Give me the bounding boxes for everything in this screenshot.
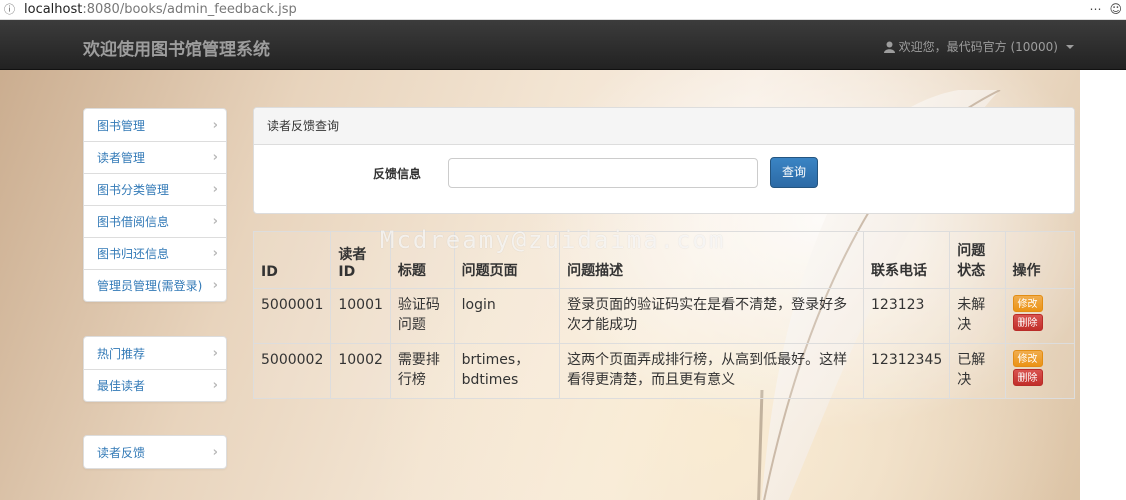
feedback-query-panel: 读者反馈查询 反馈信息 查询 bbox=[253, 107, 1075, 214]
sidebar-item-borrow-info[interactable]: 图书借阅信息 › bbox=[84, 205, 226, 237]
chevron-right-icon: › bbox=[212, 117, 218, 133]
feedback-search-input[interactable] bbox=[448, 158, 758, 188]
cell-status: 未解决 bbox=[949, 288, 1006, 344]
sidebar-item-label: 管理员管理(需登录) bbox=[97, 279, 203, 293]
chevron-right-icon: › bbox=[212, 214, 218, 229]
sidebar-item-label: 最佳读者 bbox=[97, 379, 146, 393]
sidebar-item-book-management[interactable]: 图书管理 › bbox=[84, 109, 226, 141]
cell-status: 已解决 bbox=[949, 343, 1006, 399]
column-header-id: ID bbox=[252, 231, 332, 289]
sidebar-item-return-info[interactable]: 图书归还信息 › bbox=[84, 237, 226, 269]
cell-description: 这两个页面弄成排行榜，从高到低最好。这样看得更清楚，而且更有意义 bbox=[559, 343, 865, 399]
top-navbar: 欢迎使用图书馆管理系统 欢迎您，最代码官方 (10000) bbox=[0, 20, 1126, 70]
column-header-reader-id: 读者ID bbox=[330, 231, 391, 289]
sidebar-menu-management: 图书管理 › 读者管理 › 图书分类管理 › 图书借阅信息 › 图书归还信息 › 管理员管… bbox=[83, 108, 227, 302]
panel-heading: 读者反馈查询 bbox=[254, 108, 1074, 145]
table-header-row: ID 读者ID 标题 问题页面 问题描述 联系电话 问题状态 操作 bbox=[252, 231, 1076, 289]
browser-address-bar[interactable]: ⓘ localhost:8080/books/admin_feedback.js… bbox=[0, 0, 1126, 20]
sidebar-item-label: 图书分类管理 bbox=[97, 183, 170, 197]
sidebar-item-category-management[interactable]: 图书分类管理 › bbox=[84, 173, 226, 205]
column-header-page: 问题页面 bbox=[453, 231, 561, 289]
edit-button[interactable]: 修改 bbox=[1012, 350, 1043, 367]
cell-page: brtimes，bdtimes bbox=[453, 343, 561, 399]
chevron-right-icon: › bbox=[212, 378, 218, 393]
table-row: 5000002 10002 需要排行榜 brtimes，bdtimes 这两个页… bbox=[252, 343, 1076, 399]
user-icon bbox=[883, 41, 895, 53]
cell-actions: 修改 删除 bbox=[1004, 343, 1076, 399]
sidebar-item-reader-management[interactable]: 读者管理 › bbox=[84, 141, 226, 173]
sidebar-item-label: 读者管理 bbox=[97, 151, 146, 165]
sidebar-item-label: 图书借阅信息 bbox=[97, 215, 170, 229]
chevron-right-icon: › bbox=[212, 278, 218, 293]
chevron-right-icon: › bbox=[212, 444, 218, 460]
sidebar-menu-recommend: 热门推荐 › 最佳读者 › bbox=[83, 336, 227, 402]
column-header-title: 标题 bbox=[389, 231, 455, 289]
url-path: :8080/books/admin_feedback.jsp bbox=[82, 2, 297, 17]
column-header-description: 问题描述 bbox=[559, 231, 865, 289]
sidebar-item-best-readers[interactable]: 最佳读者 › bbox=[84, 369, 226, 401]
delete-button[interactable]: 删除 bbox=[1012, 369, 1043, 386]
feedback-icon[interactable]: ☺ bbox=[1109, 2, 1122, 16]
chevron-right-icon: › bbox=[212, 182, 218, 197]
cell-title: 需要排行榜 bbox=[389, 343, 455, 399]
more-menu-icon[interactable]: ⋯ bbox=[1089, 2, 1101, 16]
page-right-margin bbox=[1080, 68, 1126, 500]
sidebar-item-label: 图书归还信息 bbox=[97, 247, 170, 261]
sidebar-item-hot-recommend[interactable]: 热门推荐 › bbox=[84, 337, 226, 369]
feedback-table: ID 读者ID 标题 问题页面 问题描述 联系电话 问题状态 操作 500000… bbox=[252, 231, 1076, 399]
cell-phone: 123123 bbox=[863, 288, 951, 344]
column-header-phone: 联系电话 bbox=[863, 231, 951, 289]
cell-description: 登录页面的验证码实在是看不清楚，登录好多次才能成功 bbox=[559, 288, 865, 344]
chevron-right-icon: › bbox=[212, 246, 218, 261]
url-host: localhost bbox=[24, 2, 83, 17]
sidebar-item-label: 热门推荐 bbox=[97, 346, 146, 361]
cell-page: login bbox=[453, 288, 561, 344]
delete-button[interactable]: 删除 bbox=[1012, 314, 1043, 331]
site-info-icon[interactable]: ⓘ bbox=[4, 3, 18, 17]
cell-actions: 修改 删除 bbox=[1004, 288, 1076, 344]
cell-id: 5000002 bbox=[252, 343, 332, 399]
cell-title: 验证码问题 bbox=[389, 288, 455, 344]
user-greeting: 欢迎您，最代码官方 (10000) bbox=[898, 40, 1058, 54]
sidebar-menu-feedback: 读者反馈 › bbox=[83, 435, 227, 469]
cell-reader-id: 10001 bbox=[330, 288, 391, 344]
app-title[interactable]: 欢迎使用图书馆管理系统 bbox=[83, 35, 270, 60]
sidebar-item-label: 读者反馈 bbox=[97, 445, 146, 460]
dropdown-caret-icon bbox=[1066, 44, 1074, 49]
chevron-right-icon: › bbox=[212, 345, 218, 361]
cell-reader-id: 10002 bbox=[330, 343, 391, 399]
query-button[interactable]: 查询 bbox=[770, 157, 818, 188]
sidebar-item-admin-management[interactable]: 管理员管理(需登录) › bbox=[84, 269, 226, 301]
feedback-field-label: 反馈信息 bbox=[373, 167, 422, 181]
sidebar-item-label: 图书管理 bbox=[97, 118, 146, 133]
cell-phone: 12312345 bbox=[863, 343, 951, 399]
table-row: 5000001 10001 验证码问题 login 登录页面的验证码实在是看不清… bbox=[252, 288, 1076, 344]
cell-id: 5000001 bbox=[252, 288, 332, 344]
column-header-actions: 操作 bbox=[1004, 231, 1076, 289]
edit-button[interactable]: 修改 bbox=[1012, 295, 1043, 312]
user-menu[interactable]: 欢迎您，最代码官方 (10000) bbox=[883, 38, 1074, 55]
sidebar-item-reader-feedback[interactable]: 读者反馈 › bbox=[84, 436, 226, 468]
column-header-status: 问题状态 bbox=[949, 231, 1006, 289]
chevron-right-icon: › bbox=[212, 150, 218, 165]
